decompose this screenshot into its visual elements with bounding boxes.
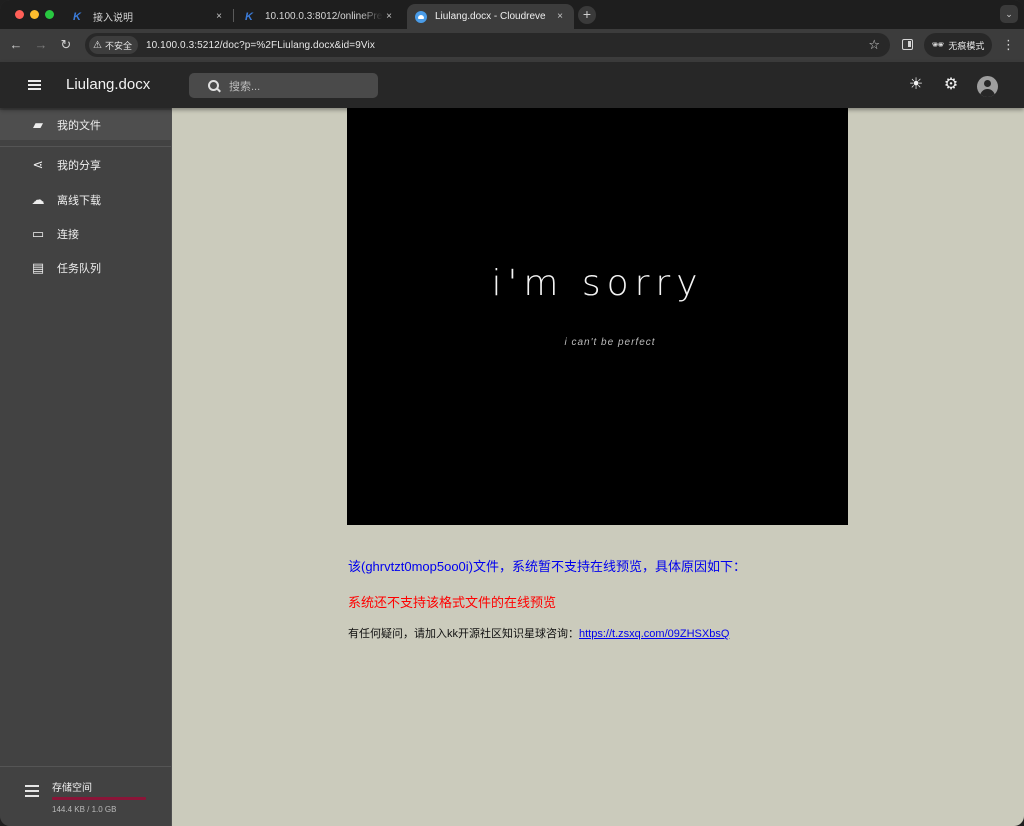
- tab-close-icon[interactable]: ×: [554, 11, 566, 22]
- incognito-icon: 🕶: [931, 39, 945, 51]
- share-icon: ⋖: [32, 157, 44, 172]
- browser-toolbar: ← → ↻ ⚠ 不安全 10.100.0.3:5212/doc?p=%2FLiu…: [0, 29, 1024, 62]
- search-input[interactable]: 搜索...: [229, 78, 260, 94]
- tab-strip: K 接入说明 × K 10.100.0.3:8012/onlinePrevie …: [0, 0, 1024, 29]
- incognito-label: 无痕模式: [948, 40, 985, 51]
- tab-search-button[interactable]: ⌄: [1000, 5, 1018, 23]
- app-header: Liulang.docx 搜索... ☀ ⚙: [0, 62, 1024, 108]
- sidebar-item-my-files[interactable]: ▰ 我的文件: [0, 110, 171, 140]
- sidebar-item-label: 我的分享: [57, 160, 101, 172]
- sidebar-item-label: 任务队列: [57, 263, 101, 275]
- cloudreve-favicon-icon: [415, 10, 427, 23]
- support-link[interactable]: https://t.zsxq.com/09ZHSXbsQ: [579, 628, 729, 640]
- tab-close-icon[interactable]: ×: [383, 11, 395, 22]
- warning-icon: ⚠: [93, 39, 102, 51]
- security-indicator[interactable]: ⚠ 不安全: [89, 36, 138, 54]
- security-label: 不安全: [104, 40, 132, 51]
- browser-tab-2[interactable]: K 10.100.0.3:8012/onlinePrevie ×: [237, 4, 403, 29]
- clipboard-list-icon: ▤: [31, 260, 45, 275]
- search-icon: [208, 79, 220, 92]
- image-subtext: i can't be perfect: [564, 337, 656, 348]
- storage-panel[interactable]: 存储空间 144.4 KB / 1.0 GB: [0, 776, 171, 826]
- incognito-indicator[interactable]: 🕶 无痕模式: [924, 33, 992, 57]
- tab-separator: [233, 9, 234, 22]
- sidebar-item-offline-download[interactable]: ☁ 离线下载: [0, 185, 171, 215]
- search-box[interactable]: 搜索...: [189, 73, 378, 98]
- storage-usage-text: 144.4 KB / 1.0 GB: [52, 805, 117, 814]
- address-bar[interactable]: ⚠ 不安全 10.100.0.3:5212/doc?p=%2FLiulang.d…: [85, 33, 890, 57]
- browser-window: K 接入说明 × K 10.100.0.3:8012/onlinePrevie …: [0, 0, 1024, 826]
- tab-title: 10.100.0.3:8012/onlinePrevie: [265, 11, 383, 22]
- gear-icon[interactable]: ⚙: [942, 76, 960, 94]
- side-panel-icon[interactable]: [902, 39, 913, 50]
- url-text[interactable]: 10.100.0.3:5212/doc?p=%2FLiulang.docx&id…: [146, 40, 375, 51]
- forward-button[interactable]: →: [33, 37, 49, 53]
- reload-button[interactable]: ↻: [58, 37, 74, 53]
- sidebar: ▰ 我的文件 ⋖ 我的分享 ☁ 离线下载 ▭ 连接 ▤ 任务队列 存储空间 14…: [0, 108, 172, 826]
- support-text: 有任何疑问，请加入kk开源社区知识星球咨询：: [348, 628, 579, 640]
- sidebar-item-my-shares[interactable]: ⋖ 我的分享: [0, 150, 171, 180]
- storage-divider: [0, 766, 171, 767]
- bookmark-star-icon[interactable]: ☆: [868, 37, 880, 53]
- back-button[interactable]: ←: [8, 37, 24, 53]
- tab-title: 接入说明: [93, 13, 133, 24]
- sidebar-item-label: 离线下载: [57, 195, 101, 207]
- support-message: 有任何疑问，请加入kk开源社区知识星球咨询：https://t.zsxq.com…: [348, 625, 729, 641]
- kk-favicon-icon: K: [73, 10, 81, 23]
- theme-toggle-icon[interactable]: ☀: [907, 76, 925, 94]
- new-tab-button[interactable]: +: [578, 6, 596, 24]
- browser-menu-icon[interactable]: ⋮: [1002, 37, 1015, 53]
- avatar[interactable]: [977, 76, 998, 97]
- storage-label: 存储空间: [52, 783, 92, 794]
- unsupported-message: 该(ghrvtzt0mop5oo0i)文件，系统暂不支持在线预览，具体原因如下：: [348, 559, 746, 574]
- kk-favicon-icon: K: [245, 10, 253, 23]
- cloud-download-icon: ☁: [31, 192, 45, 207]
- preview-area: i'm sorry i can't be perfect 该(ghrvtzt0m…: [172, 108, 1024, 826]
- close-window-button[interactable]: [15, 10, 24, 19]
- sidebar-item-label: 连接: [57, 229, 79, 241]
- sidebar-item-label: 我的文件: [57, 120, 101, 132]
- devices-icon: ▭: [31, 226, 45, 241]
- page-title: Liulang.docx: [66, 76, 151, 93]
- storage-usage-bar: [52, 797, 146, 800]
- maximize-window-button[interactable]: [45, 10, 54, 19]
- tab-close-icon[interactable]: ×: [213, 11, 225, 22]
- tab-title: Liulang.docx - Cloudreve: [435, 11, 546, 22]
- menu-icon[interactable]: [28, 80, 41, 90]
- minimize-window-button[interactable]: [30, 10, 39, 19]
- sidebar-divider: [0, 146, 171, 147]
- preview-image: i'm sorry i can't be perfect: [347, 108, 848, 525]
- storage-icon: [25, 785, 39, 797]
- sidebar-item-task-queue[interactable]: ▤ 任务队列: [0, 253, 171, 283]
- browser-tab-active[interactable]: Liulang.docx - Cloudreve ×: [407, 4, 574, 29]
- image-headline: i'm sorry: [491, 263, 704, 304]
- browser-tab-1[interactable]: K 接入说明 ×: [65, 4, 233, 29]
- folder-account-icon: ▰: [33, 117, 43, 132]
- unsupported-reason: 系统还不支持该格式文件的在线预览: [348, 595, 557, 610]
- sidebar-item-connections[interactable]: ▭ 连接: [0, 219, 171, 249]
